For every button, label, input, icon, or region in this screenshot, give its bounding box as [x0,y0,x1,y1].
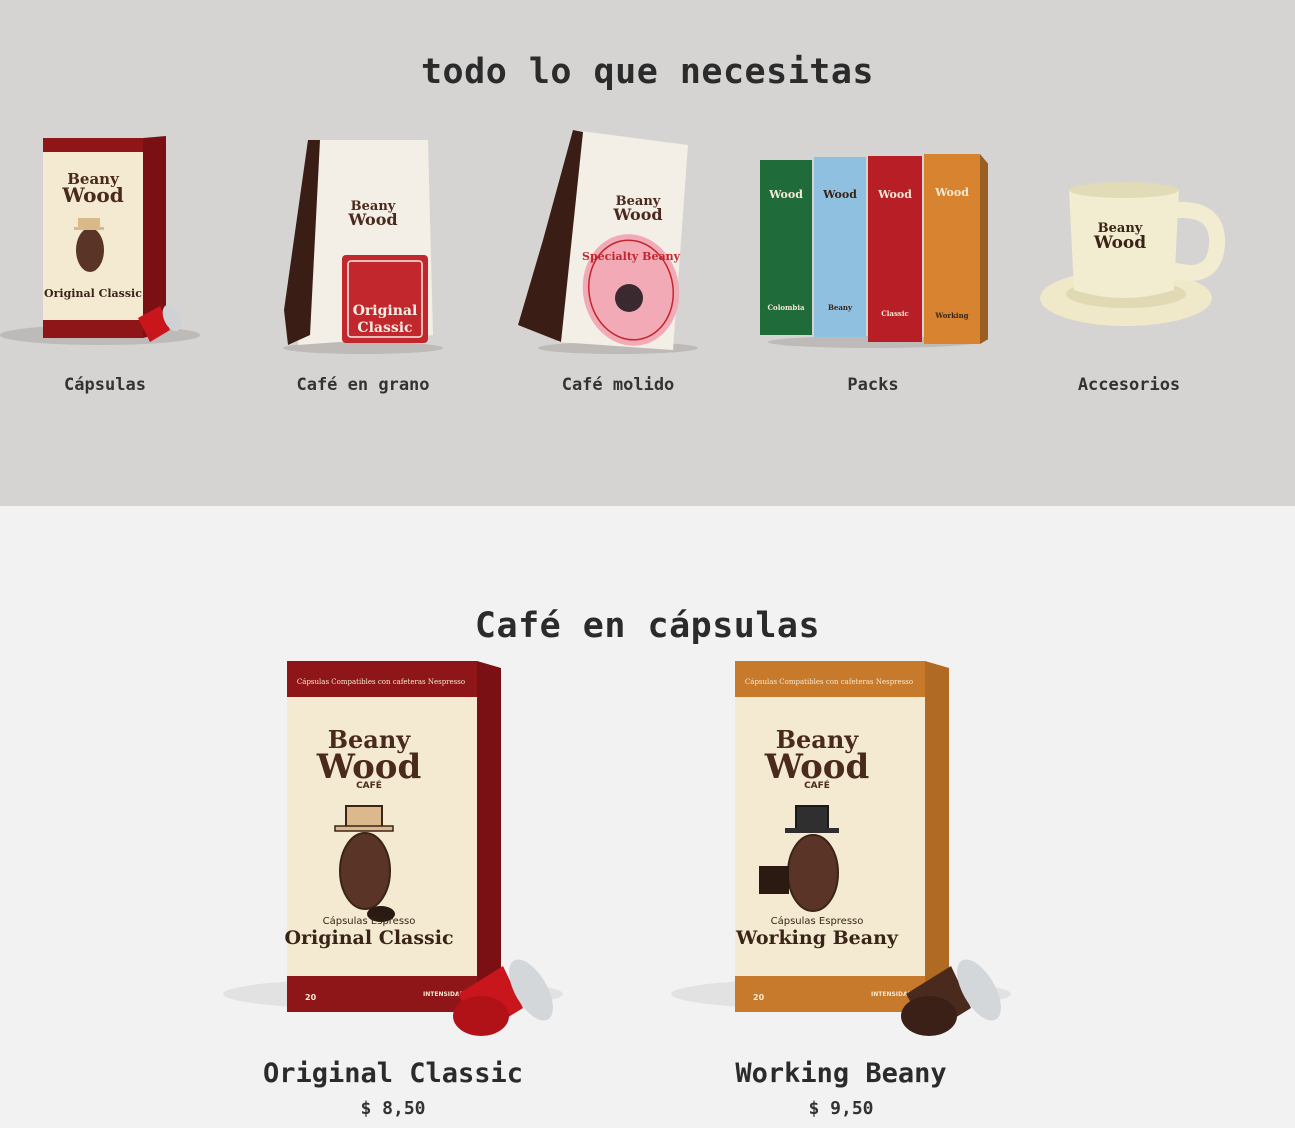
product-card-original-classic[interactable]: Cápsulas Compatibles con cafeteras Nespr… [213,656,573,1126]
capsules-section-title: Café en cápsulas [474,606,821,646]
category-label: Café molido [561,375,675,395]
pack-brand: Wood [822,188,857,201]
pack-label-classic: Classic [881,309,909,318]
pack-brand: Wood [768,188,803,201]
bag-brand-2: Wood [347,210,397,229]
pack-label-colombia: Colombia [767,303,805,312]
ground-bag-image: Beany Wood Specialty Beany [518,130,698,354]
ground-brand-2: Wood [612,205,662,224]
box-brand-2: Wood [61,183,124,207]
product-name[interactable]: Original Classic [213,1058,573,1089]
box-brand-3: CAFÉ [356,779,382,791]
box-brand-3: CAFÉ [804,779,830,791]
product-price: $ 9,50 [808,1098,874,1119]
pack-label-working: Working [934,311,968,320]
box-label: Original Classic [44,287,142,300]
category-accesorios[interactable]: Beany Wood Accesorios [1014,120,1244,410]
packs-image: Colombia Beany Classic Working Wood Wood… [760,154,988,348]
categories-title: todo lo que necesitas [420,52,874,92]
pack-label-beany: Beany [828,303,853,312]
product-name[interactable]: Working Beany [661,1058,1021,1089]
ground-label: Specialty Beany [582,250,681,263]
bag-label-1: Original [353,303,418,319]
box-product-name: Working Beany [735,927,899,949]
box-product-name: Original Classic [284,927,453,949]
mug-image: Beany Wood [1040,182,1226,326]
category-capsulas[interactable]: Beany Wood Original Classic Cápsulas [0,120,220,410]
box-header: Cápsulas Compatibles con cafeteras Nespr… [297,678,465,686]
category-packs[interactable]: Colombia Beany Classic Working Wood Wood… [758,120,988,410]
box-subtitle: Cápsulas Espresso [771,915,864,927]
box-count: 20 [305,993,317,1002]
pack-brand: Wood [934,186,969,199]
box-subtitle: Cápsulas Espresso [323,915,416,927]
product-image: Cápsulas Compatibles con cafeteras Nespr… [223,661,563,1036]
category-cafe-molido[interactable]: Beany Wood Specialty Beany Café molido [503,120,733,410]
capsule-box-image: Beany Wood Original Classic [0,136,200,345]
category-cafe-en-grano[interactable]: Beany Wood Original Classic Café en gran… [248,120,478,410]
product-image: Cápsulas Compatibles con cafeteras Nespr… [671,661,1011,1036]
category-label: Packs [847,375,899,395]
bean-bag-image: Beany Wood Original Classic [283,140,443,354]
box-count: 20 [753,993,765,1002]
category-label: Accesorios [1077,375,1181,395]
product-card-working-beany[interactable]: Cápsulas Compatibles con cafeteras Nespr… [661,656,1021,1126]
pack-brand: Wood [877,188,912,201]
box-header: Cápsulas Compatibles con cafeteras Nespr… [745,678,913,686]
mug-brand-2: Wood [1093,233,1146,253]
category-label: Cápsulas [64,375,146,395]
categories-section: todo lo que necesitas Beany Wood Origina… [0,0,1295,506]
capsules-section: Café en cápsulas Cápsulas Compatibles co… [0,506,1295,1128]
bag-label-2: Classic [357,320,412,336]
category-label: Café en grano [296,375,430,395]
product-price: $ 8,50 [360,1098,426,1119]
